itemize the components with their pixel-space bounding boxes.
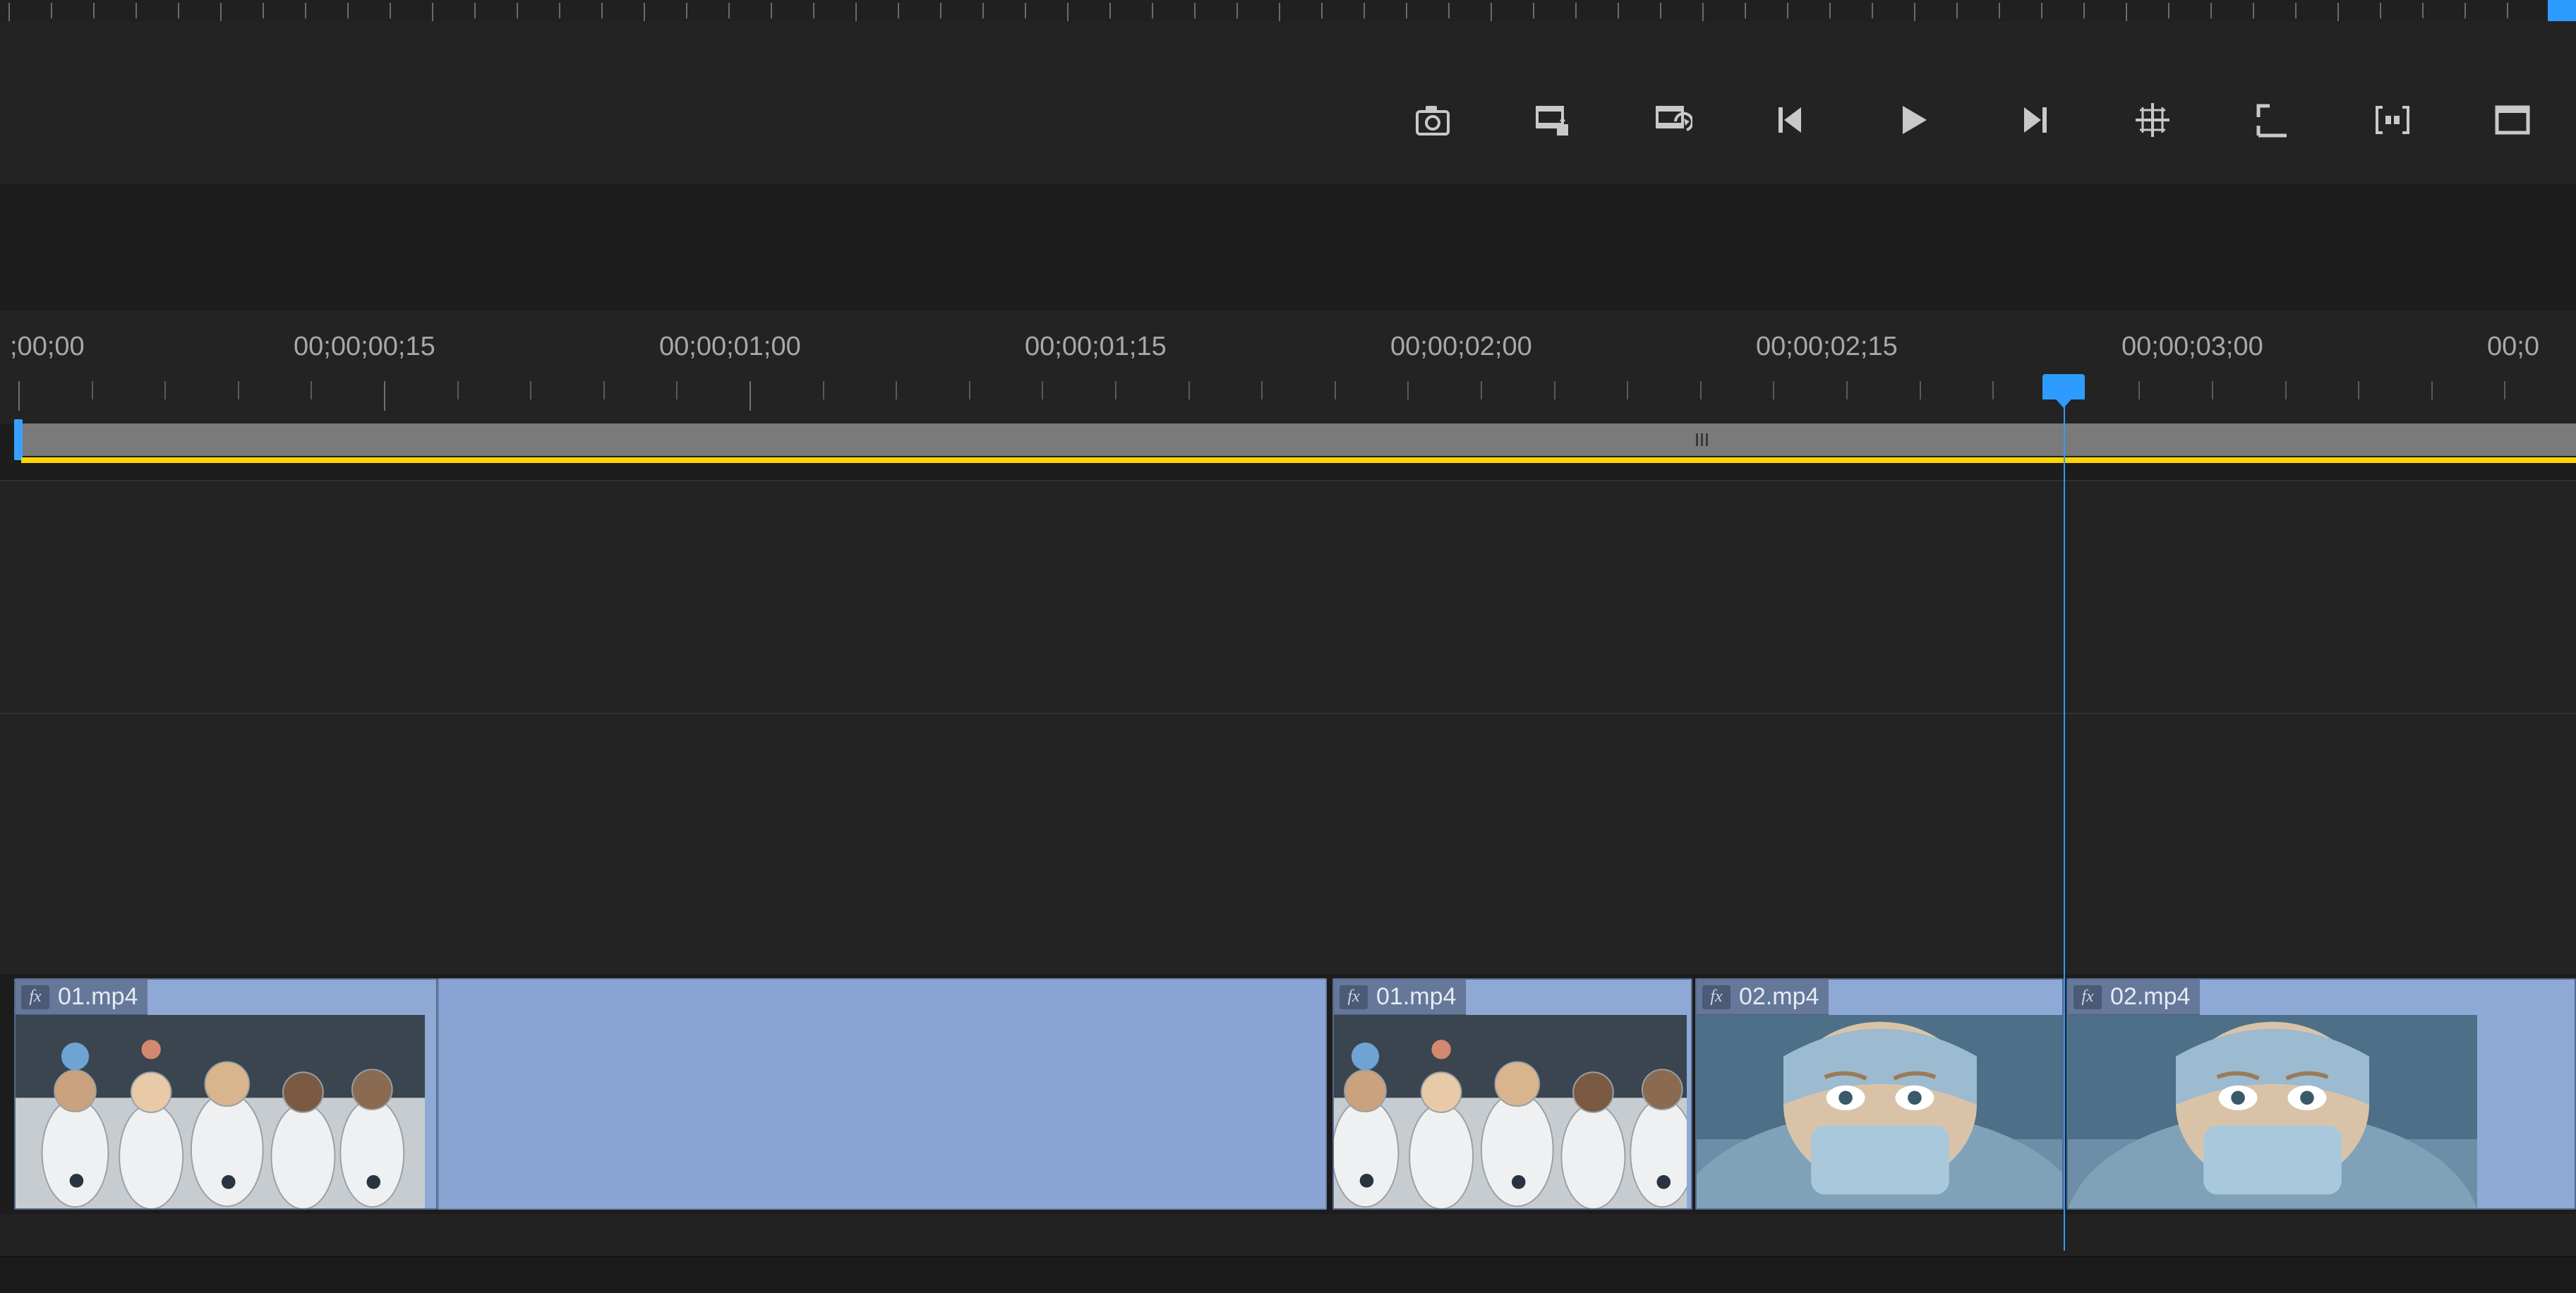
video-editor-timeline: { "toolbar": { "buttons": [ { "name": "s…	[0, 0, 2576, 1293]
clip-label: 01.mp4	[58, 983, 138, 1011]
timecode-label: ;00;00	[10, 332, 85, 362]
fx-badge-icon[interactable]: fx	[21, 985, 49, 1009]
step-back-button[interactable]	[1764, 92, 1821, 148]
safe-margins-button[interactable]	[2244, 92, 2301, 148]
filmstrip-swap-icon	[1653, 100, 1692, 140]
play-button[interactable]	[1884, 92, 1941, 148]
time-ruler[interactable]: ;00;00 00;00;00;15 00;00;01;00 00;00;01;15 0…	[0, 311, 2576, 423]
render-bar	[21, 457, 2576, 463]
camera-icon	[1413, 100, 1452, 140]
timeline-clip[interactable]: fx 01.mp4	[14, 978, 438, 1210]
clip-thumbnail	[1334, 1015, 1687, 1208]
clip-label: 02.mp4	[2110, 983, 2190, 1011]
snap-grid-icon	[2133, 100, 2172, 140]
timeline-clip[interactable]	[438, 978, 1327, 1210]
clip-label: 01.mp4	[1376, 983, 1456, 1011]
timeline-clip[interactable]: fx 02.mp4	[2066, 978, 2576, 1210]
step-forward-button[interactable]	[2004, 92, 2061, 148]
timecode-label: 00;00;01;00	[659, 332, 801, 362]
timecode-label: 00;00;02;00	[1390, 332, 1532, 362]
fx-badge-icon[interactable]: fx	[1702, 985, 1731, 1009]
track-gap	[0, 1214, 2576, 1256]
clip-header[interactable]: fx 02.mp4	[1697, 980, 1829, 1015]
trim-mode-button[interactable]	[2364, 92, 2421, 148]
timecode-label: 00;0	[2487, 332, 2539, 362]
fullscreen-button[interactable]	[2484, 92, 2541, 148]
replace-clip-button[interactable]	[1644, 92, 1701, 148]
clip-thumbnail	[1697, 1015, 2064, 1208]
filmstrip-insert-icon	[1533, 100, 1572, 140]
trim-brackets-icon	[2373, 100, 2412, 140]
timeline-clip[interactable]: fx 01.mp4	[1332, 978, 1692, 1210]
clip-header[interactable]: fx 02.mp4	[2068, 980, 2200, 1015]
step-back-icon	[1773, 100, 1812, 140]
snapshot-button[interactable]	[1404, 92, 1461, 148]
playhead-handle[interactable]	[2042, 374, 2085, 399]
clip-header[interactable]: fx 01.mp4	[16, 980, 148, 1015]
timeline-footer	[0, 1256, 2576, 1293]
timecode-label: 00;00;00;15	[294, 332, 435, 362]
fx-badge-icon[interactable]: fx	[1340, 985, 1368, 1009]
timecode-label: 00;00;03;00	[2121, 332, 2263, 362]
upper-tick-strip	[0, 0, 2576, 21]
insert-clip-button[interactable]	[1524, 92, 1581, 148]
timeline-clip[interactable]: fx 02.mp4	[1695, 978, 2064, 1210]
clip-thumbnail	[16, 1015, 425, 1208]
play-icon	[1893, 100, 1932, 140]
snap-toggle-button[interactable]	[2124, 92, 2181, 148]
video-track[interactable]: fx 01.mp4 fx 01.mp4 fx 02.mp4 fx 02.mp4	[0, 974, 2576, 1214]
timecode-label: 00;00;02;15	[1756, 332, 1898, 362]
timeline-toolbar	[0, 21, 2576, 184]
timecode-label: 00;00;01;15	[1025, 332, 1167, 362]
playhead[interactable]	[2064, 374, 2065, 1251]
fullscreen-rect-icon	[2493, 100, 2532, 140]
empty-track-area[interactable]	[0, 480, 2576, 974]
corner-bracket-icon	[2253, 100, 2292, 140]
step-forward-icon	[2013, 100, 2052, 140]
clip-header[interactable]: fx 01.mp4	[1334, 980, 1466, 1015]
work-area-bar[interactable]	[0, 423, 2576, 480]
fx-badge-icon[interactable]: fx	[2074, 985, 2102, 1009]
clip-label: 02.mp4	[1739, 983, 1819, 1011]
in-point-handle[interactable]	[14, 419, 23, 460]
clip-thumbnail	[2068, 1015, 2477, 1208]
